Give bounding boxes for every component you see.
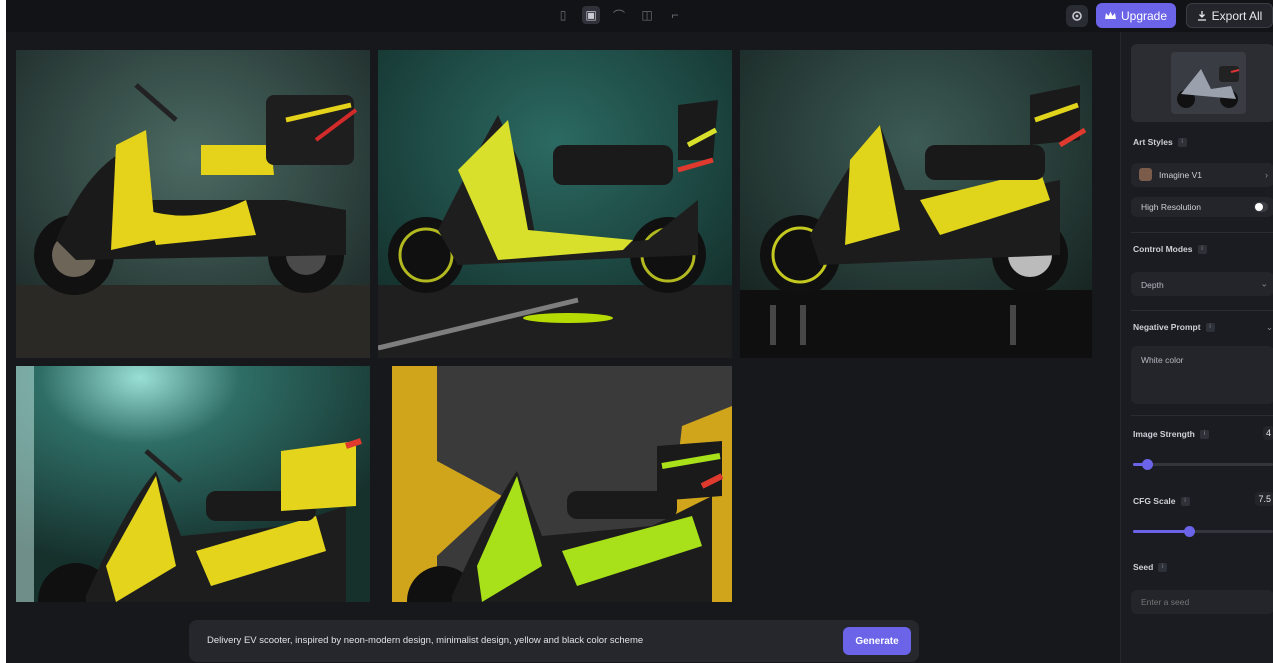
info-icon[interactable]: i: [1205, 322, 1215, 332]
seed-text: Seed: [1133, 562, 1154, 572]
control-modes-label: Control Modes i: [1133, 244, 1207, 254]
divider: [1131, 310, 1273, 311]
export-all-button[interactable]: Export All: [1186, 3, 1273, 28]
settings-sidebar: Art Styles i Imagine V1 › High Resolutio…: [1120, 32, 1273, 663]
art-style-selector[interactable]: Imagine V1 ›: [1131, 163, 1273, 187]
art-styles-label: Art Styles i: [1133, 137, 1187, 147]
prompt-input[interactable]: Delivery EV scooter, inspired by neon-mo…: [207, 635, 643, 646]
control-modes-text: Control Modes: [1133, 244, 1193, 254]
seed-label: Seed i: [1133, 562, 1168, 572]
negative-prompt-input[interactable]: White color: [1131, 346, 1273, 404]
settings-button[interactable]: [1066, 5, 1088, 27]
export-all-label: Export All: [1211, 8, 1263, 23]
negative-prompt-text: Negative Prompt: [1133, 322, 1201, 332]
generated-image-4[interactable]: [16, 366, 370, 602]
seed-input[interactable]: [1131, 590, 1273, 614]
image-gallery: [6, 32, 1106, 602]
layers-icon[interactable]: ◫: [638, 6, 656, 24]
high-resolution-toggle[interactable]: [1254, 202, 1268, 212]
chevron-right-icon: ›: [1265, 170, 1268, 180]
art-styles-text: Art Styles: [1133, 137, 1173, 147]
crown-icon: [1104, 11, 1116, 19]
image-strength-text: Image Strength: [1133, 429, 1195, 439]
top-toolbar: ▯ ▣ ⌒ ◫ ⌐ Upgrade Export All: [6, 0, 1273, 32]
upgrade-label: Upgrade: [1120, 8, 1168, 23]
generated-image-5[interactable]: [392, 366, 732, 602]
info-icon[interactable]: i: [1158, 562, 1168, 572]
info-icon[interactable]: i: [1199, 429, 1209, 439]
chevron-down-icon: ⌄: [1260, 278, 1268, 289]
info-icon[interactable]: i: [1197, 244, 1207, 254]
gear-icon: [1072, 11, 1082, 21]
upgrade-button[interactable]: Upgrade: [1096, 3, 1176, 28]
control-mode-dropdown[interactable]: Depth ⌄: [1131, 272, 1273, 296]
cfg-scale-label: CFG Scale i: [1133, 496, 1273, 506]
style-thumbnail-icon: [1139, 168, 1152, 181]
control-mode-value: Depth: [1141, 280, 1164, 290]
info-icon[interactable]: i: [1177, 137, 1187, 147]
generated-image-2[interactable]: [378, 50, 732, 358]
info-icon[interactable]: i: [1180, 496, 1190, 506]
negative-prompt-label: Negative Prompt i ⌄: [1133, 322, 1273, 332]
negative-prompt-value: White color: [1141, 355, 1184, 365]
frame-icon[interactable]: ▯: [554, 6, 572, 24]
image-icon[interactable]: ▣: [582, 6, 600, 24]
high-resolution-row: High Resolution: [1131, 197, 1273, 217]
app-window: ▯ ▣ ⌒ ◫ ⌐ Upgrade Export All Delivery EV…: [6, 0, 1273, 663]
crop-icon[interactable]: ⌐: [666, 6, 684, 24]
download-icon: [1197, 10, 1206, 21]
cfg-scale-fill: [1133, 530, 1189, 533]
divider: [1131, 415, 1273, 416]
brush-icon[interactable]: ⌒: [610, 6, 628, 24]
image-strength-value[interactable]: 4: [1262, 426, 1273, 440]
cfg-scale-knob[interactable]: [1184, 526, 1195, 537]
image-strength-label: Image Strength i: [1133, 429, 1273, 439]
generated-image-1[interactable]: [16, 50, 370, 358]
cfg-scale-slider[interactable]: [1133, 526, 1273, 537]
prompt-bar[interactable]: Delivery EV scooter, inspired by neon-mo…: [189, 620, 919, 662]
art-style-value: Imagine V1: [1159, 170, 1202, 180]
image-strength-knob[interactable]: [1142, 459, 1153, 470]
generate-button[interactable]: Generate: [843, 627, 911, 655]
reference-image-thumbnail[interactable]: [1131, 44, 1273, 122]
cfg-scale-text: CFG Scale: [1133, 496, 1176, 506]
divider: [1131, 232, 1273, 233]
generated-image-3[interactable]: [740, 50, 1092, 358]
cfg-scale-value[interactable]: 7.5: [1255, 492, 1273, 506]
chevron-down-icon[interactable]: ⌄: [1266, 322, 1273, 333]
image-strength-slider[interactable]: [1133, 459, 1273, 470]
high-resolution-label: High Resolution: [1141, 202, 1202, 212]
